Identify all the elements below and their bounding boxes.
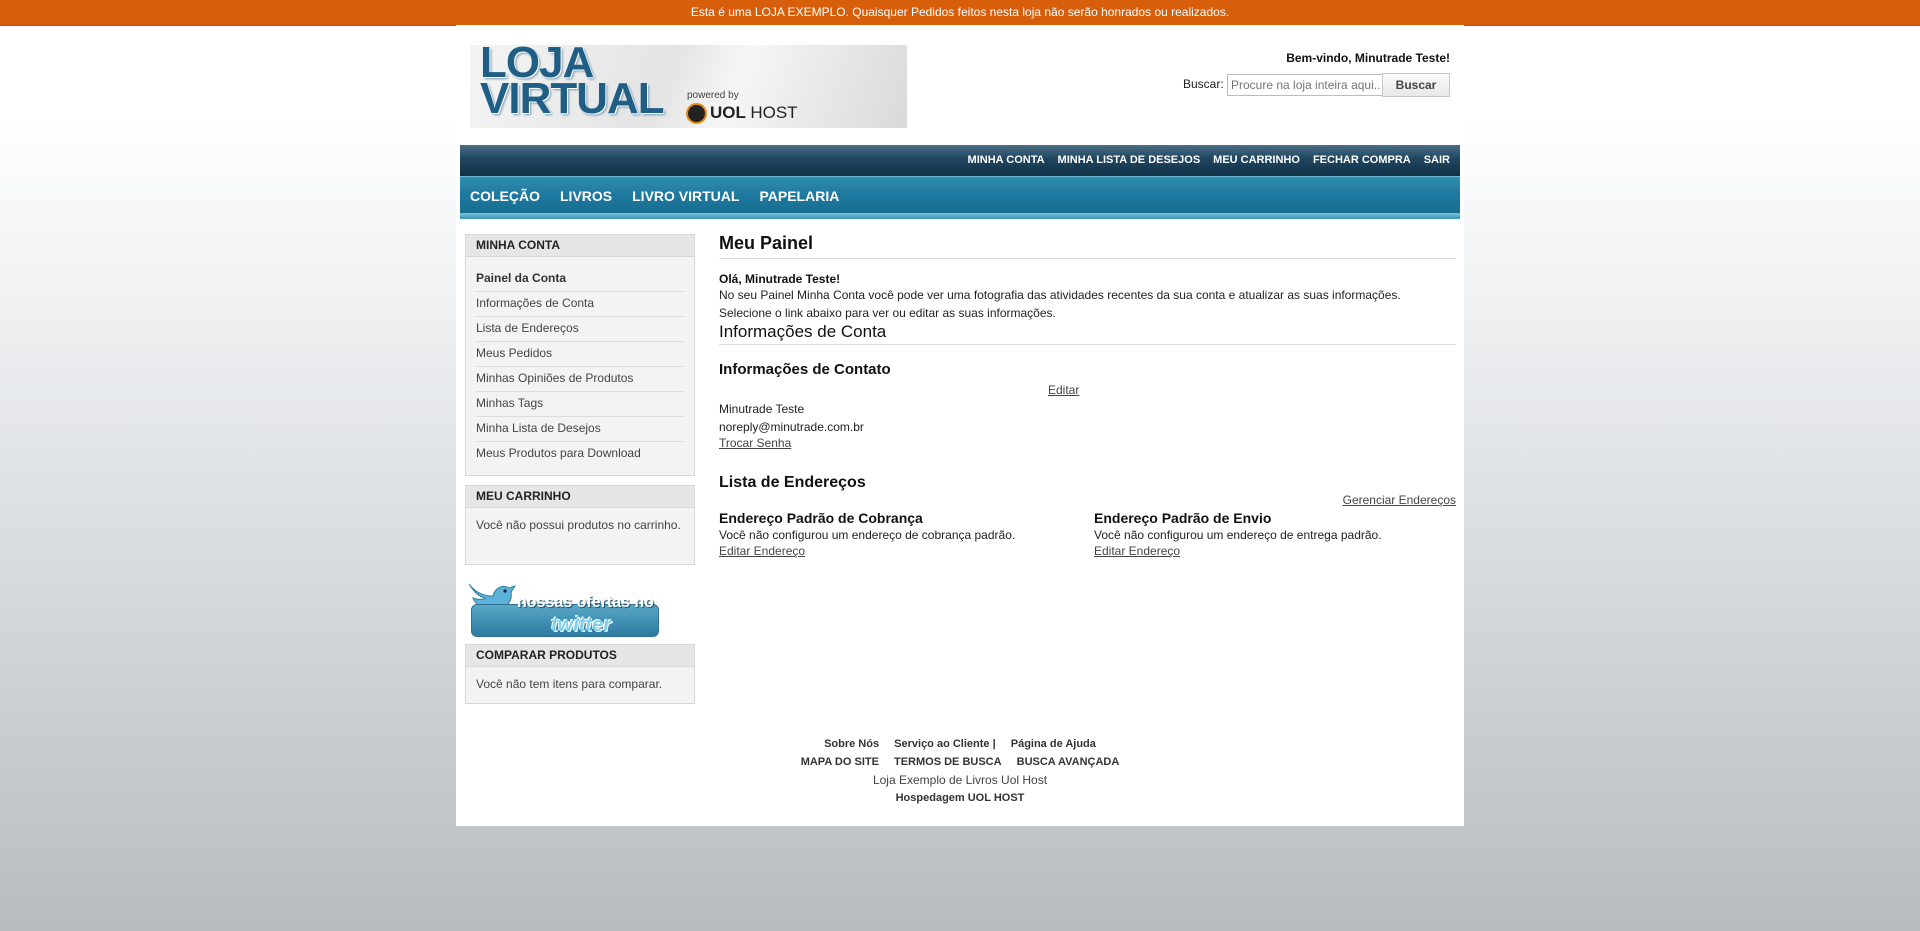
change-password-link[interactable]: Trocar Senha <box>719 436 791 450</box>
page-title: Meu Painel <box>719 233 1456 259</box>
compare-products-block: COMPARAR PRODUTOS Você não tem itens par… <box>465 644 695 704</box>
welcome-message: Bem-vindo, Minutrade Teste! <box>1286 51 1450 65</box>
dashboard-greeting: Olá, Minutrade Teste! <box>719 272 841 286</box>
logo-brand: UOL HOST <box>710 103 798 123</box>
billing-address-title: Endereço Padrão de Cobrança <box>719 510 923 526</box>
shipping-address-text: Você não configurou um endereço de entre… <box>1094 528 1382 542</box>
billing-address-text: Você não configurou um endereço de cobra… <box>719 528 1016 542</box>
cart-block: MEU CARRINHO Você não possui produtos no… <box>465 485 695 565</box>
account-nav-tags[interactable]: Minhas Tags <box>476 392 684 417</box>
footer-links-row2: MAPA DO SITE TERMOS DE BUSCA BUSCA AVANÇ… <box>456 753 1464 771</box>
category-nav: COLEÇÃO LIVROS LIVRO VIRTUAL PAPELARIA <box>460 176 1460 219</box>
logo-brand-suffix: HOST <box>750 103 798 122</box>
cart-block-title: MEU CARRINHO <box>466 486 694 508</box>
account-nav-wishlist[interactable]: Minha Lista de Desejos <box>476 417 684 442</box>
nav-item-papelaria[interactable]: PAPELARIA <box>759 188 839 204</box>
nav-item-colecao[interactable]: COLEÇÃO <box>470 188 540 204</box>
account-nav-reviews[interactable]: Minhas Opiniões de Produtos <box>476 367 684 392</box>
top-link-checkout[interactable]: FECHAR COMPRA <box>1313 154 1411 166</box>
nav-item-livro-virtual[interactable]: LIVRO VIRTUAL <box>632 188 739 204</box>
contact-info-box: Informações de Contato Editar Minutrade … <box>719 345 1456 450</box>
top-link-logout[interactable]: SAIR <box>1424 154 1450 166</box>
account-nav-downloads[interactable]: Meus Produtos para Download <box>476 442 684 466</box>
contact-info-title: Informações de Contato <box>719 361 891 378</box>
demo-store-notice: Esta é uma LOJA EXEMPLO. Quaisquer Pedid… <box>0 0 1920 26</box>
account-nav-orders[interactable]: Meus Pedidos <box>476 342 684 367</box>
twitter-banner-text: nossas ofertas no <box>517 594 654 611</box>
manage-addresses-link[interactable]: Gerenciar Endereços <box>1343 493 1456 507</box>
category-nav-list: COLEÇÃO LIVROS LIVRO VIRTUAL PAPELARIA <box>470 188 839 204</box>
edit-shipping-address-link[interactable]: Editar Endereço <box>1094 544 1454 558</box>
edit-contact-link[interactable]: Editar <box>1048 383 1079 397</box>
account-nav-block: MINHA CONTA Painel da Conta Informações … <box>465 234 695 476</box>
footer-link-about[interactable]: Sobre Nós <box>824 738 879 750</box>
top-link-my-account[interactable]: MINHA CONTA <box>968 154 1045 166</box>
footer-store-name: Loja Exemplo de Livros Uol Host <box>872 773 1048 787</box>
footer-link-help[interactable]: Página de Ajuda <box>1011 738 1096 750</box>
address-book-box: Lista de Endereços Gerenciar Endereços E… <box>719 460 1456 560</box>
footer-link-customer-service[interactable]: Serviço ao Cliente | <box>894 738 996 750</box>
account-nav-dashboard: Painel da Conta <box>476 267 684 292</box>
contact-email: noreply@minutrade.com.br <box>719 420 864 434</box>
footer-hosting-link[interactable]: Hospedagem UOL HOST <box>456 789 1464 807</box>
logo-brand-name: UOL <box>710 103 746 122</box>
search-button[interactable]: Buscar <box>1382 73 1450 97</box>
address-book-title: Lista de Endereços <box>719 474 866 491</box>
shipping-address-title: Endereço Padrão de Envio <box>1094 510 1272 526</box>
contact-name: Minutrade Teste <box>719 402 805 416</box>
twitter-banner-brand: twitter <box>551 614 611 636</box>
twitter-offers-banner[interactable]: nossas ofertas no twitter <box>465 578 659 637</box>
logo-text: LOJA VIRTUAL <box>480 45 665 123</box>
footer-link-search-terms[interactable]: TERMOS DE BUSCA <box>894 756 1002 768</box>
account-nav-title: MINHA CONTA <box>466 235 694 257</box>
dashboard-content: Meu Painel Olá, Minutrade Teste! No seu … <box>719 233 1456 560</box>
footer: Sobre Nós Serviço ao Cliente | Página de… <box>456 735 1464 807</box>
search-label: Buscar: <box>1183 77 1224 91</box>
cart-empty-text: Você não possui produtos no carrinho. <box>476 518 681 532</box>
default-billing-address: Endereço Padrão de Cobrança Você não con… <box>719 510 1079 558</box>
edit-billing-address-link[interactable]: Editar Endereço <box>719 544 1079 558</box>
account-nav-account-info[interactable]: Informações de Conta <box>476 292 684 317</box>
top-link-cart[interactable]: MEU CARRINHO <box>1213 154 1300 166</box>
account-nav-list: Painel da Conta Informações de Conta Lis… <box>476 267 684 466</box>
top-link-wishlist[interactable]: MINHA LISTA DE DESEJOS <box>1058 154 1201 166</box>
logo-powered-by: powered by <box>687 90 739 101</box>
account-info-title: Informações de Conta <box>719 322 1456 345</box>
store-logo[interactable]: LOJA VIRTUAL powered by UOL HOST <box>470 45 907 128</box>
footer-link-advanced-search[interactable]: BUSCA AVANÇADA <box>1017 756 1120 768</box>
search-input[interactable] <box>1227 74 1385 96</box>
compare-empty-text: Você não tem itens para comparar. <box>476 677 663 691</box>
nav-item-livros[interactable]: LIVROS <box>560 188 612 204</box>
uol-logo-icon <box>686 103 707 124</box>
default-shipping-address: Endereço Padrão de Envio Você não config… <box>1094 510 1454 558</box>
dashboard-intro: No seu Painel Minha Conta você pode ver … <box>719 288 1401 320</box>
footer-link-site-map[interactable]: MAPA DO SITE <box>801 756 879 768</box>
footer-links-row1: Sobre Nós Serviço ao Cliente | Página de… <box>456 735 1464 753</box>
logo-line2: VIRTUAL <box>480 74 665 123</box>
account-nav-address-book[interactable]: Lista de Endereços <box>476 317 684 342</box>
compare-block-title: COMPARAR PRODUTOS <box>466 645 694 667</box>
top-links-list: MINHA CONTA MINHA LISTA DE DESEJOS MEU C… <box>968 154 1450 166</box>
top-links-bar: MINHA CONTA MINHA LISTA DE DESEJOS MEU C… <box>460 145 1460 176</box>
page-container: LOJA VIRTUAL powered by UOL HOST Bem-vin… <box>456 25 1464 826</box>
